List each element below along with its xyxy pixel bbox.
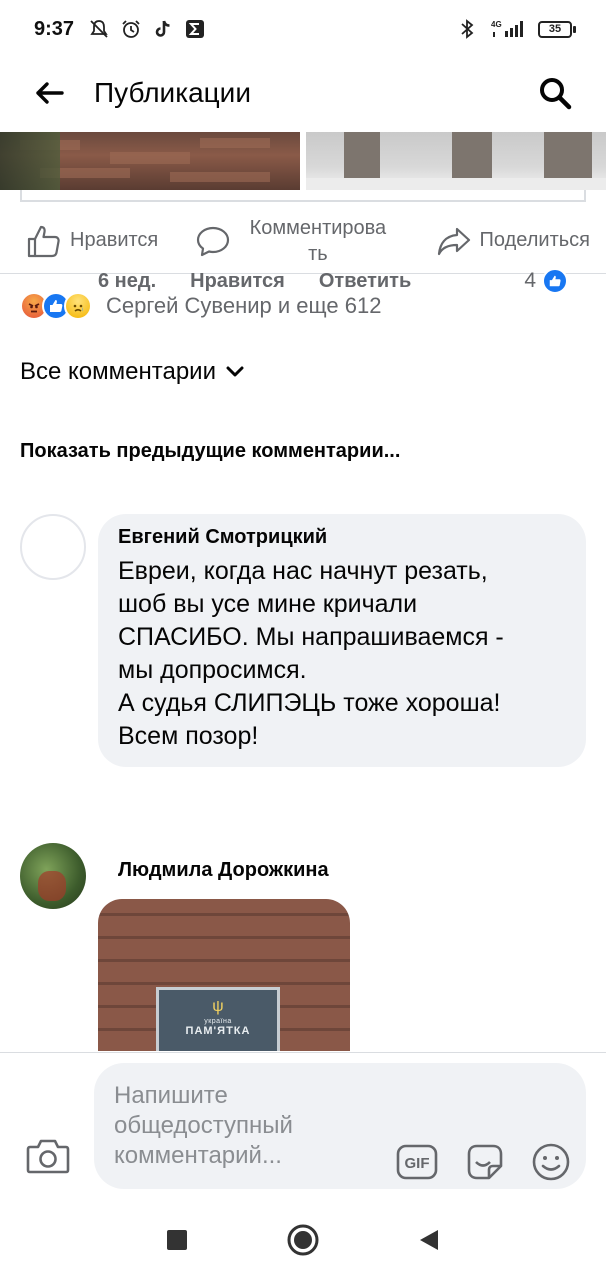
- arrow-left-icon: [36, 82, 64, 104]
- status-icons-left: [88, 18, 206, 40]
- show-previous-comments-link[interactable]: Показать предыдущие комментарии...: [20, 440, 400, 463]
- share-button[interactable]: Поделиться: [436, 226, 590, 256]
- recents-icon: [167, 1230, 187, 1250]
- search-icon: [540, 78, 572, 110]
- home-button[interactable]: [283, 1220, 323, 1260]
- status-bar: 9:37 4G 35: [0, 0, 606, 58]
- sticker-button[interactable]: [464, 1141, 506, 1183]
- comment-button[interactable]: Комментирова ть: [196, 215, 398, 267]
- thumbs-up-icon: [27, 225, 60, 257]
- recents-button[interactable]: [157, 1220, 197, 1260]
- post-image-building[interactable]: [0, 132, 300, 190]
- comment-bubble-icon: [196, 226, 230, 256]
- mute-icon: [88, 18, 110, 40]
- alarm-icon: [120, 18, 142, 40]
- emoji-button[interactable]: [530, 1141, 572, 1183]
- comment-time[interactable]: 6 нед.: [98, 270, 156, 293]
- camera-icon: [26, 1139, 70, 1174]
- comment-text: Евреи, когда нас начнут резать, шоб вы у…: [118, 557, 504, 750]
- home-icon: [287, 1224, 319, 1256]
- search-button[interactable]: [530, 68, 580, 118]
- reactions-summary[interactable]: Сергей Сувенир и еще 612: [20, 292, 381, 320]
- comment-bubble[interactable]: Евгений Смотрицкий Евреи, когда нас начн…: [98, 514, 586, 767]
- post-images[interactable]: [0, 132, 606, 202]
- tiktok-icon: [152, 18, 174, 40]
- svg-text:4G: 4G: [491, 20, 502, 29]
- gif-button[interactable]: GIF: [396, 1141, 438, 1183]
- comment-composer: Напишите общедоступный комментарий... GI…: [0, 1052, 606, 1200]
- avatar[interactable]: [20, 514, 86, 580]
- emoji-icon: [532, 1143, 570, 1181]
- post-action-row: Нравится Комментирова ть Поделиться: [0, 208, 606, 274]
- comment-label: Комментирова ть: [249, 216, 387, 265]
- status-time: 9:37: [34, 17, 75, 40]
- like-label: Нравится: [70, 229, 159, 251]
- page-title: Публикации: [94, 77, 251, 108]
- comment-like-button[interactable]: Нравится: [190, 270, 285, 293]
- chevron-down-icon: [226, 366, 244, 377]
- bluetooth-icon: [456, 18, 478, 40]
- share-arrow-icon: [437, 227, 470, 255]
- status-icons-right: 4G 35: [456, 18, 576, 40]
- comment-author[interactable]: Людмила Дорожкина: [118, 859, 329, 882]
- comments-filter-label: Все комментарии: [20, 358, 216, 385]
- trident-icon: ψ: [212, 998, 224, 1015]
- reactions-summary-text: Сергей Сувенир и еще 612: [106, 293, 382, 318]
- comment-input-placeholder: Напишите общедоступный комментарий...: [114, 1082, 293, 1169]
- svg-text:GIF: GIF: [405, 1155, 430, 1172]
- reaction-count-value: 4: [524, 269, 536, 292]
- plaque-big-text: ПАМ'ЯТКА: [185, 1025, 251, 1037]
- sad-reaction-icon: [64, 292, 92, 320]
- post-image-trees[interactable]: [306, 132, 606, 190]
- comment-meta: 6 нед. Нравится Ответить 4: [98, 268, 568, 294]
- memorial-plaque: ψ україна ПАМ'ЯТКА: [156, 987, 280, 1051]
- comment-input[interactable]: Напишите общедоступный комментарий... GI…: [94, 1063, 586, 1189]
- back-button[interactable]: [24, 68, 74, 118]
- back-nav-button[interactable]: [409, 1220, 449, 1260]
- battery-level: 35: [538, 20, 572, 38]
- reaction-stack: [20, 292, 92, 320]
- gif-icon: GIF: [396, 1144, 438, 1180]
- back-icon: [420, 1230, 438, 1250]
- battery-icon: 35: [538, 20, 576, 38]
- sigma-icon: [184, 18, 206, 40]
- comment-reaction-count[interactable]: 4: [524, 268, 568, 294]
- system-nav-bar: [0, 1200, 606, 1280]
- like-button[interactable]: Нравится: [26, 224, 158, 258]
- comment-author[interactable]: Евгений Смотрицкий: [118, 526, 566, 549]
- avatar[interactable]: [20, 843, 86, 909]
- share-label: Поделиться: [479, 229, 590, 251]
- plaque-small-text: україна: [204, 1018, 232, 1025]
- signal-icon: 4G: [490, 18, 526, 40]
- comment-attachment-image[interactable]: ψ україна ПАМ'ЯТКА: [98, 899, 350, 1051]
- comment-reply-button[interactable]: Ответить: [319, 270, 411, 293]
- comments-filter-dropdown[interactable]: Все комментарии: [20, 358, 244, 386]
- camera-button[interactable]: [26, 1137, 70, 1177]
- sticker-icon: [467, 1144, 503, 1180]
- app-header: Публикации: [0, 58, 606, 128]
- post-frame: [20, 190, 586, 202]
- like-badge-icon: [542, 268, 568, 294]
